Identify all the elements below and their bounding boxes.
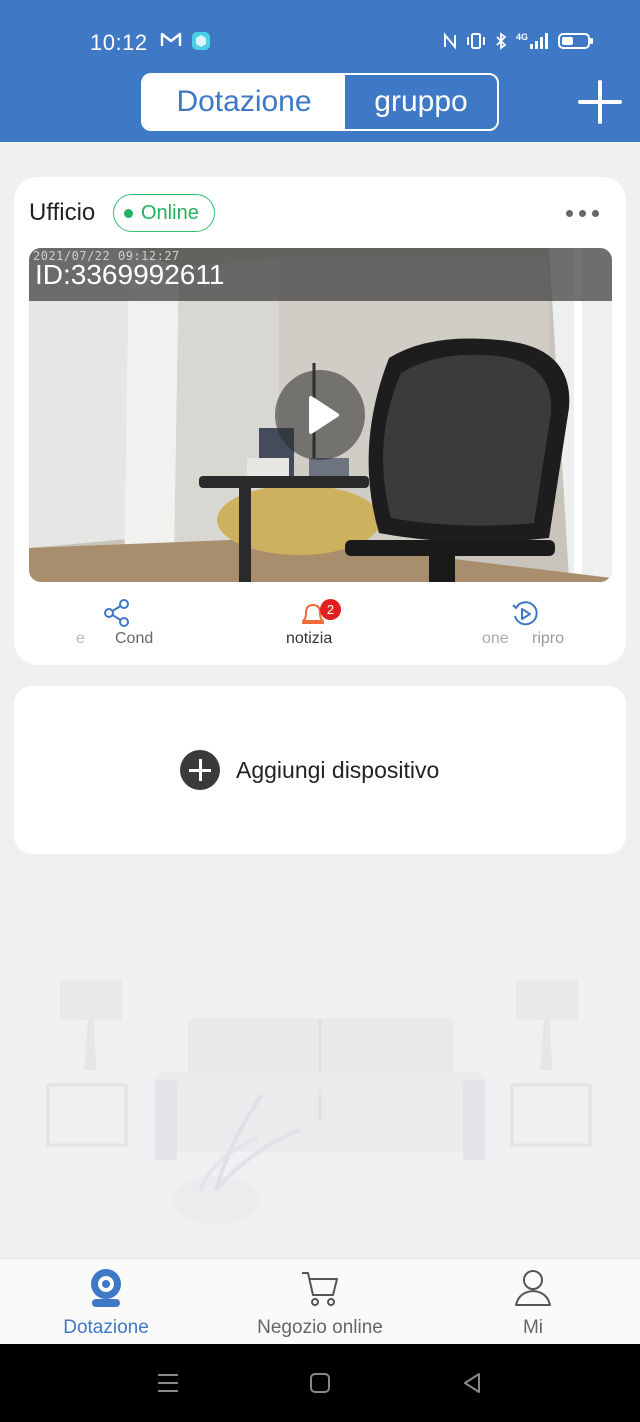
signal-4g-icon: 4G	[516, 32, 548, 49]
cart-icon	[302, 1272, 338, 1306]
tab-label: Negozio online	[257, 1317, 383, 1338]
gmail-icon	[160, 32, 182, 46]
video-preview[interactable]: 2021/07/22 09:12:27 ID:3369992611	[29, 248, 612, 582]
share-icon	[104, 599, 129, 627]
action-notifications[interactable]: 2 notizia	[284, 595, 364, 655]
online-dot-icon	[124, 208, 133, 218]
action-label: notizia	[286, 630, 333, 647]
app-header: 10:12 4G Dotazione gruppo	[0, 0, 640, 142]
device-card: Ufficio Online 2021/07/22 09:12:27 ID:33…	[14, 177, 626, 665]
tab-gruppo[interactable]: gruppo	[345, 75, 497, 129]
status-badge: Online	[113, 194, 215, 232]
action-label: one	[482, 630, 509, 647]
app-cube-icon	[192, 32, 210, 50]
tab-mi[interactable]: Mi	[443, 1259, 623, 1345]
bottom-tab-bar: Dotazione Negozio online Mi	[0, 1258, 640, 1344]
action-playback[interactable]: ripro	[512, 595, 612, 655]
camera-icon	[91, 1269, 121, 1307]
play-icon	[309, 396, 339, 434]
more-options-icon[interactable]	[566, 210, 599, 217]
tab-label: Dotazione	[63, 1317, 149, 1338]
view-switch: Dotazione gruppo	[141, 73, 499, 131]
status-time: 10:12	[90, 30, 148, 55]
nfc-icon	[444, 32, 456, 50]
action-partial-left[interactable]: e	[72, 595, 102, 655]
system-nav-bar	[0, 1344, 640, 1422]
add-device-button[interactable]: Aggiungi dispositivo	[180, 750, 439, 790]
status-bar: 10:12 4G	[0, 22, 640, 62]
battery-icon	[558, 33, 593, 49]
action-label: ripro	[532, 630, 565, 647]
plus-icon[interactable]	[578, 80, 622, 124]
user-icon	[515, 1270, 551, 1306]
device-id: ID:3369992611	[35, 259, 225, 290]
back-icon[interactable]	[461, 1371, 485, 1395]
living-room-illustration	[46, 980, 592, 1224]
svg-text:4G: 4G	[516, 32, 528, 42]
home-icon[interactable]	[308, 1371, 332, 1395]
playback-icon	[512, 601, 538, 626]
action-label: Cond	[115, 630, 154, 647]
add-device-card[interactable]: Aggiungi dispositivo	[14, 686, 626, 854]
add-circle-icon	[180, 750, 220, 790]
bluetooth-icon	[496, 32, 507, 50]
device-name: Ufficio	[29, 199, 96, 226]
tab-negozio[interactable]: Negozio online	[230, 1259, 410, 1345]
status-label: Online	[141, 201, 199, 224]
device-actions: e Cond 2 notizia one ripro	[14, 595, 626, 655]
tab-dotazione[interactable]: Dotazione	[143, 75, 345, 129]
tab-dotazione-bottom[interactable]: Dotazione	[16, 1259, 196, 1345]
vibrate-icon	[467, 33, 485, 49]
play-button[interactable]	[275, 370, 365, 460]
notification-badge: 2	[320, 599, 341, 620]
tab-label: Mi	[522, 1317, 544, 1338]
menu-icon[interactable]	[156, 1371, 180, 1395]
action-label: e	[76, 630, 85, 647]
action-share[interactable]: Cond	[100, 595, 180, 655]
add-device-label: Aggiungi dispositivo	[236, 756, 440, 783]
